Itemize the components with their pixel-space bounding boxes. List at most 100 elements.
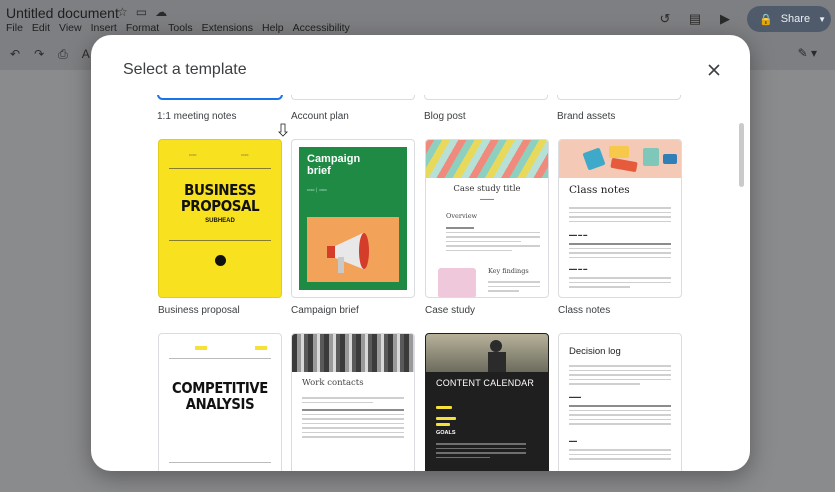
template-label: Brand assets bbox=[557, 111, 616, 122]
template-grid: 1:1 meeting notes Account plan Blog post… bbox=[91, 95, 750, 471]
megaphone-icon bbox=[327, 233, 369, 273]
decision-log-title: Decision log bbox=[569, 346, 621, 357]
text-block bbox=[436, 440, 526, 461]
rule bbox=[169, 240, 271, 241]
template-label: Blog post bbox=[424, 111, 466, 122]
work-contacts-title: Work contacts bbox=[302, 378, 364, 388]
close-icon bbox=[708, 64, 720, 76]
template-thumbnail[interactable]: Case study title ▬▬▬▬ Overview Key findi… bbox=[425, 139, 549, 298]
menu-extensions[interactable]: Extensions bbox=[202, 22, 253, 34]
cloud-icon[interactable]: ☁ bbox=[155, 5, 167, 19]
spellcheck-icon[interactable]: A bbox=[82, 47, 90, 61]
campaign-heading: Campaign brief bbox=[307, 153, 360, 177]
section-heading: ▬▬▬ bbox=[569, 394, 581, 399]
key-findings-heading: Key findings bbox=[488, 267, 529, 275]
heading-line: PROPOSAL bbox=[180, 197, 260, 215]
rule bbox=[169, 462, 271, 463]
heading-line: brief bbox=[307, 165, 331, 177]
green-panel: Campaign brief ▭▭ │ ▭▭ bbox=[299, 147, 407, 290]
rule bbox=[169, 358, 271, 359]
menu-file[interactable]: File bbox=[6, 22, 23, 34]
rule bbox=[169, 168, 271, 169]
tag: ▭▭ bbox=[241, 152, 249, 157]
menu-format[interactable]: Format bbox=[126, 22, 159, 34]
menu-view[interactable]: View bbox=[59, 22, 82, 34]
template-label: 1:1 meeting notes bbox=[157, 111, 237, 122]
template-thumbnail[interactable]: ▭▭ ▭▭ BUSINESS PROPOSAL SUBHEAD bbox=[158, 139, 282, 298]
header-image bbox=[559, 140, 681, 178]
header-image bbox=[292, 334, 414, 372]
template-thumbnail[interactable]: Class notes ▬▬ ▬ ▬ ▬▬ ▬ ▬ bbox=[558, 139, 682, 298]
header-image bbox=[426, 140, 548, 178]
template-dialog: Select a template 1:1 meeting notes Acco… bbox=[91, 35, 750, 471]
heading-line: COMPETITIVE bbox=[172, 379, 268, 397]
share-label: Share bbox=[780, 13, 811, 25]
video-call-icon[interactable]: ▶ bbox=[717, 11, 733, 27]
menu-accessibility[interactable]: Accessibility bbox=[293, 22, 350, 34]
redo-icon[interactable]: ↷ bbox=[34, 47, 44, 61]
highlight-chip bbox=[195, 346, 207, 350]
class-notes-title: Class notes bbox=[569, 184, 630, 196]
template-thumbnail[interactable]: CONTENT CALENDAR GOALS bbox=[425, 333, 549, 471]
template-label: Campaign brief bbox=[291, 305, 359, 316]
history-icon[interactable]: ↺ bbox=[657, 11, 673, 27]
text-block bbox=[446, 224, 540, 254]
template-thumbnail[interactable]: Work contacts bbox=[291, 333, 415, 471]
pointer-cursor-icon bbox=[278, 123, 288, 137]
heading-line: ANALYSIS bbox=[185, 395, 255, 413]
logo-icon bbox=[215, 255, 226, 266]
template-thumbnail[interactable]: Campaign brief ▭▭ │ ▭▭ bbox=[291, 139, 415, 298]
table-block bbox=[302, 394, 404, 441]
image-placeholder bbox=[438, 268, 476, 297]
menu-help[interactable]: Help bbox=[262, 22, 284, 34]
dialog-title: Select a template bbox=[123, 61, 247, 78]
competitive-heading: COMPETITIVE ANALYSIS bbox=[166, 380, 273, 412]
title-icons: ☆ ▭ ☁ bbox=[117, 5, 167, 19]
share-button[interactable]: 🔒 Share ▼ bbox=[747, 6, 831, 32]
text-block bbox=[569, 362, 671, 388]
text-block bbox=[569, 274, 671, 291]
text-block bbox=[488, 278, 540, 295]
section-heading: ▬▬ ▬ ▬ bbox=[569, 232, 588, 237]
content-calendar-title: CONTENT CALENDAR bbox=[436, 378, 535, 388]
image-panel bbox=[307, 217, 399, 282]
goals-heading: GOALS bbox=[436, 430, 456, 436]
heading-line: Campaign bbox=[307, 153, 361, 165]
chevron-down-icon[interactable]: ▼ bbox=[818, 15, 826, 24]
folder-icon[interactable]: ▭ bbox=[136, 5, 147, 19]
text-block bbox=[569, 446, 671, 463]
template-thumbnail[interactable] bbox=[291, 95, 415, 100]
tag: ▭▭ bbox=[189, 152, 197, 157]
document-title[interactable]: Untitled document bbox=[6, 5, 119, 21]
print-icon[interactable]: ⎙ bbox=[58, 47, 68, 62]
template-thumbnail[interactable] bbox=[424, 95, 548, 100]
editing-mode-icon[interactable]: ✎ ▾ bbox=[798, 46, 817, 60]
close-button[interactable] bbox=[704, 60, 724, 80]
proposal-subhead: SUBHEAD bbox=[205, 218, 235, 224]
lock-icon: 🔒 bbox=[759, 13, 773, 26]
template-thumbnail-selected[interactable] bbox=[157, 95, 283, 100]
table-block bbox=[569, 402, 671, 428]
menu-tools[interactable]: Tools bbox=[168, 22, 193, 34]
undo-icon[interactable]: ↶ bbox=[10, 47, 20, 61]
header-actions: ↺ ▤ ▶ 🔒 Share ▼ bbox=[657, 6, 835, 32]
meta-chips: ▭▭ │ ▭▭ bbox=[307, 187, 327, 192]
template-thumbnail[interactable]: COMPETITIVE ANALYSIS bbox=[158, 333, 282, 471]
meta-block bbox=[436, 396, 476, 426]
form-lines bbox=[569, 204, 671, 225]
comment-icon[interactable]: ▤ bbox=[687, 11, 703, 27]
star-icon[interactable]: ☆ bbox=[117, 5, 128, 19]
case-study-title: Case study title bbox=[453, 184, 521, 194]
template-thumbnail[interactable]: Decision log ▬▬▬ ▬▬ bbox=[558, 333, 682, 471]
menu-insert[interactable]: Insert bbox=[91, 22, 117, 34]
table-block bbox=[569, 240, 671, 261]
photo-silhouette bbox=[488, 340, 506, 372]
template-label: Business proposal bbox=[158, 305, 240, 316]
menu-edit[interactable]: Edit bbox=[32, 22, 50, 34]
section-heading: ▬▬ bbox=[569, 438, 577, 443]
template-label: Class notes bbox=[558, 305, 611, 316]
template-label: Case study bbox=[425, 305, 476, 316]
template-thumbnail[interactable] bbox=[557, 95, 681, 100]
menu-bar: File Edit View Insert Format Tools Exten… bbox=[6, 22, 350, 34]
template-label: Account plan bbox=[291, 111, 349, 122]
